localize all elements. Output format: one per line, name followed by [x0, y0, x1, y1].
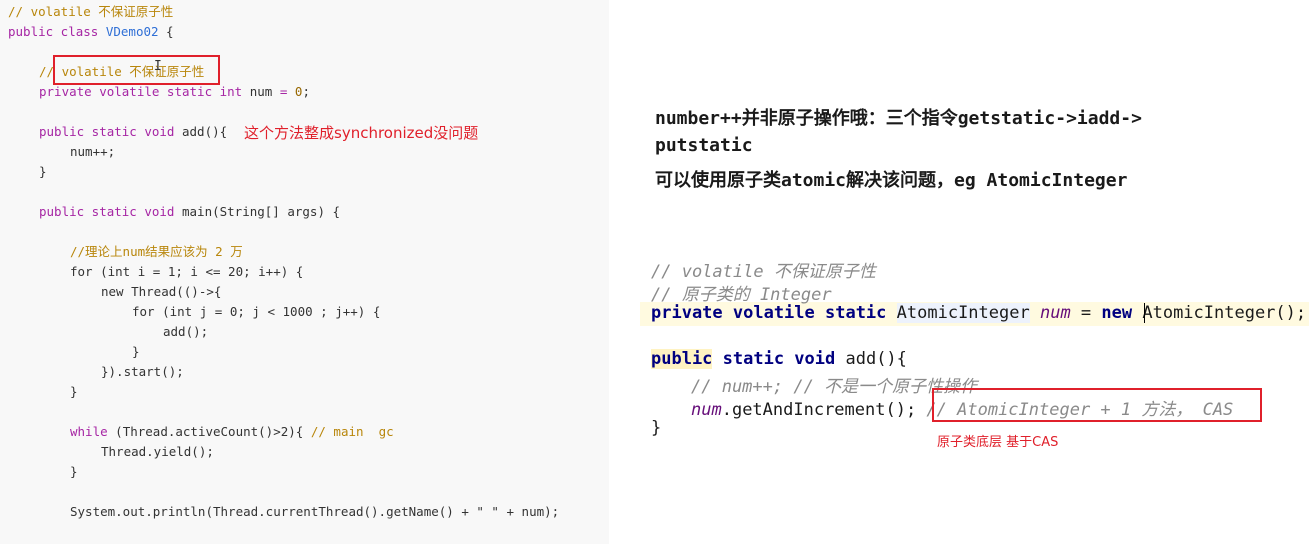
class-name: VDemo02: [105, 24, 159, 39]
code-text: main(String[] args) {: [174, 204, 341, 219]
code-line-while: while (Thread.activeCount()>2){ // main …: [70, 422, 394, 442]
code-comment: // volatile 不保证原子性: [651, 262, 876, 282]
code-line-println: System.out.println(Thread.currentThread(…: [70, 504, 560, 519]
keyword: private volatile static: [651, 303, 887, 323]
code-comment: // 原子类的 Integer: [651, 285, 832, 305]
code-text: num: [242, 84, 280, 99]
highlight-box-cas: [932, 388, 1262, 422]
code-line: }).start();: [101, 364, 184, 379]
text-caret: [1144, 303, 1145, 323]
comment: // main gc: [310, 424, 394, 439]
keyword: while: [70, 424, 108, 439]
note-line-1: number++并非原子操作哦：三个指令getstatic->iadd->: [655, 108, 1142, 129]
field-name: num: [691, 400, 722, 420]
code-line-add-method: public static void add(){: [651, 349, 907, 369]
code-line: }: [70, 464, 78, 479]
field-name: num: [1039, 303, 1071, 323]
number: 0: [287, 84, 303, 99]
highlight-box: [53, 55, 220, 85]
code-text: ;: [302, 84, 310, 99]
code-line-atomic-field: private volatile static AtomicInteger nu…: [651, 303, 1306, 323]
keyword: private volatile static int: [39, 84, 243, 99]
code-text: AtomicInteger();: [1132, 303, 1307, 323]
code-text: add(){: [174, 124, 228, 139]
code-line: }: [70, 384, 78, 399]
keyword: public class: [8, 24, 106, 39]
left-code-panel: // volatile 不保证原子性 public class VDemo02 …: [0, 0, 609, 544]
code-text: add(){: [835, 349, 907, 369]
code-line-main-method: public static void main(String[] args) {: [39, 202, 340, 222]
type-name: AtomicInteger: [896, 303, 1030, 323]
code-line: Thread.yield();: [101, 444, 214, 459]
annotation-synchronized: 这个方法整成synchronized没问题: [244, 124, 479, 142]
annotation-cas: 原子类底层 基于CAS: [937, 435, 1059, 450]
keyword: public static void: [39, 204, 175, 219]
note-line-2: putstatic: [655, 135, 753, 156]
code-line-class-decl: public class VDemo02 {: [8, 22, 174, 42]
code-line-new-thread: new Thread(()->{: [101, 284, 222, 299]
code-line: add();: [163, 324, 209, 339]
code-line: }: [651, 418, 662, 438]
code-line: num++;: [70, 144, 116, 159]
code-line-inner-for: for (int j = 0; j < 1000 ; j++) {: [132, 304, 381, 319]
code-text: .getAndIncrement();: [721, 400, 927, 420]
code-line-for-loop: for (int i = 1; i <= 20; i++) {: [70, 264, 304, 279]
keyword: static void: [712, 349, 836, 369]
keyword: public static void: [39, 124, 175, 139]
note-line-3: 可以使用原子类atomic解决该问题，eg AtomicInteger: [655, 170, 1128, 191]
code-line-field-decl: private volatile static int num = 0;: [39, 82, 310, 102]
code-line: }: [132, 344, 140, 359]
code-line: }: [39, 164, 47, 179]
code-line-comment: // volatile 不保证原子性: [8, 4, 174, 19]
code-text: =: [1070, 303, 1102, 323]
text-cursor-icon: I: [154, 59, 162, 74]
code-line-add-method: public static void add(){: [39, 122, 227, 142]
keyword: public: [651, 349, 713, 369]
code-line-comment: //理论上num结果应该为 2 万: [70, 244, 243, 259]
code-text: {: [158, 24, 174, 39]
keyword: new: [1101, 303, 1133, 323]
code-text: (Thread.activeCount()>2){: [107, 424, 311, 439]
